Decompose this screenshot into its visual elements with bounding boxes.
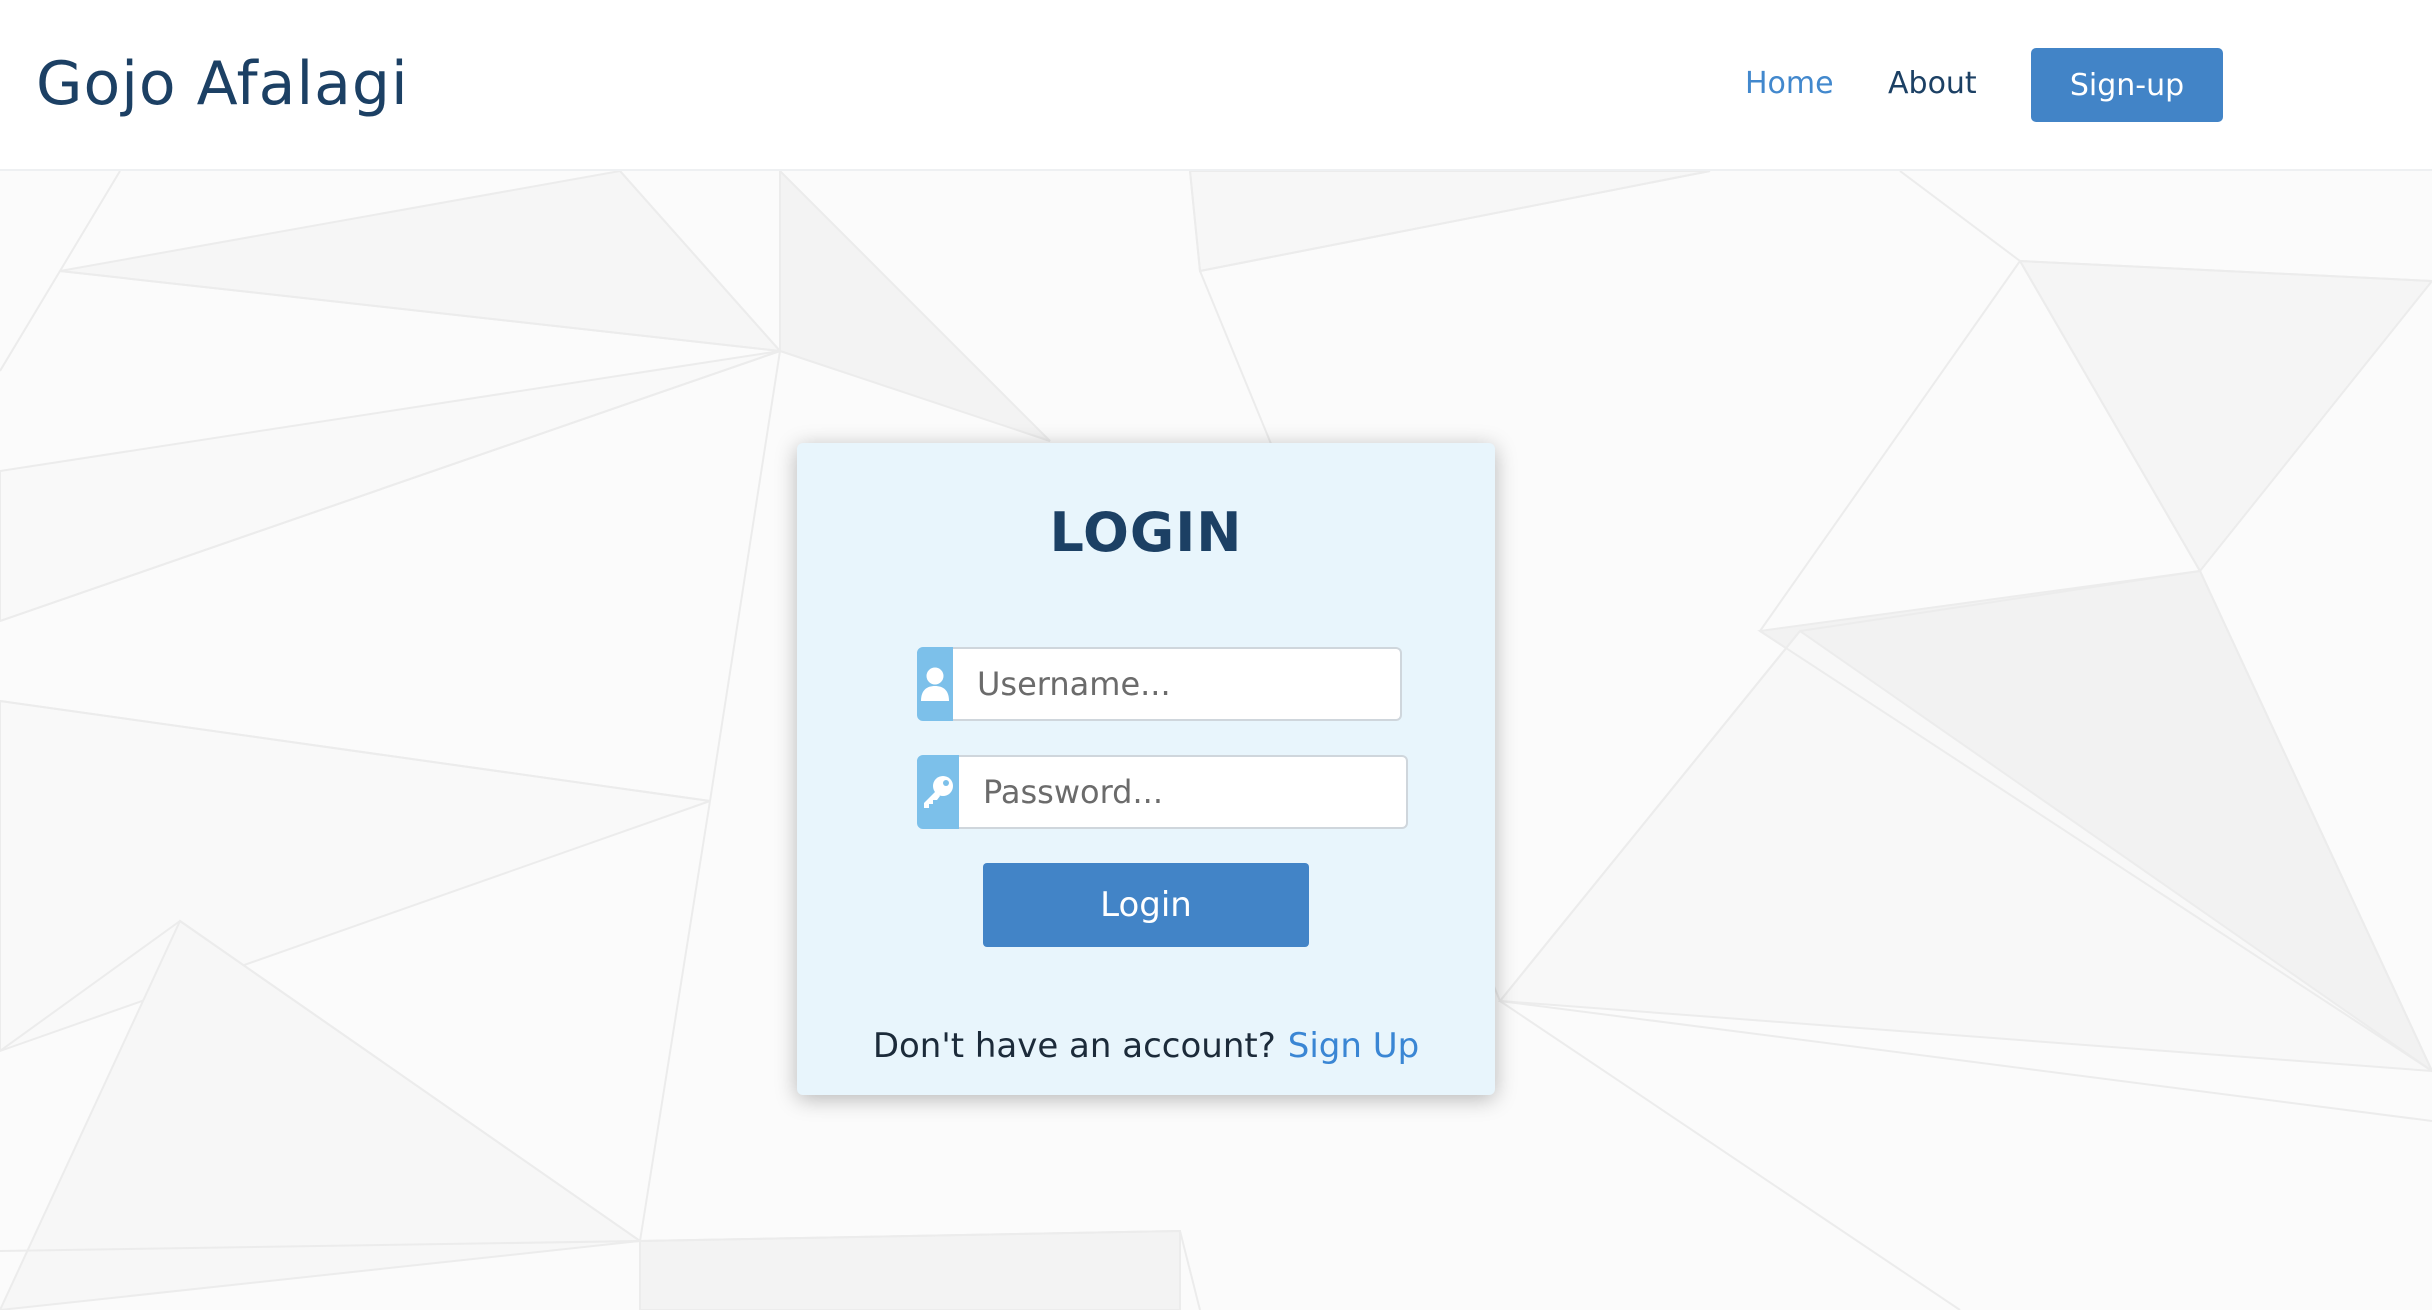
username-input[interactable] <box>953 647 1402 721</box>
login-submit-button[interactable]: Login <box>983 863 1309 947</box>
brand-logo-text[interactable]: Gojo Afalagi <box>36 48 409 120</box>
signup-prompt: Don't have an account? Sign Up <box>797 1026 1495 1066</box>
username-input-group <box>917 647 1402 721</box>
login-title: LOGIN <box>1049 501 1243 564</box>
no-account-text: Don't have an account? <box>872 1026 1276 1066</box>
top-navbar: Gojo Afalagi Home About Sign-up <box>0 0 2432 171</box>
nav-home-link[interactable]: Home <box>1745 64 1834 104</box>
key-icon <box>917 755 959 829</box>
nav-about-link[interactable]: About <box>1888 64 1977 104</box>
user-icon <box>917 647 953 721</box>
signup-link[interactable]: Sign Up <box>1288 1026 1419 1066</box>
password-input[interactable] <box>959 755 1408 829</box>
login-card: LOGIN Login Don't have an account? Sign U… <box>797 443 1495 1095</box>
nav-signup-button[interactable]: Sign-up <box>2031 48 2223 122</box>
password-input-group <box>917 755 1408 829</box>
